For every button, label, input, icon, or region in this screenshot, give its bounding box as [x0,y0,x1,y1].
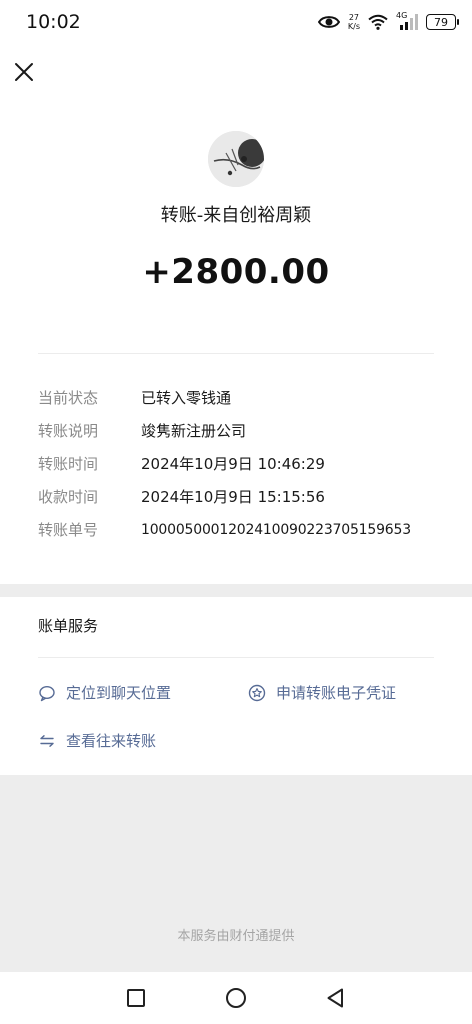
square-icon [127,989,145,1007]
battery-icon: 79 [426,14,459,30]
net-speed-unit: K/s [347,22,360,31]
transfer-info-list: 当前状态 已转入零钱通 转账说明 竣隽新注册公司 转账时间 2024年10月9日… [38,381,458,546]
system-nav-bar [0,972,472,1024]
divider [38,353,434,354]
services-title: 账单服务 [38,617,99,635]
info-row-status: 当前状态 已转入零钱通 [38,381,458,414]
circle-icon [226,988,246,1008]
avatar[interactable] [208,131,264,187]
info-row-transfer-id: 转账单号 1000050001202410090223705159653 [38,513,458,546]
back-button[interactable] [324,986,348,1010]
info-value: 竣隽新注册公司 [141,422,247,440]
apply-voucher-label: 申请转账电子凭证 [276,684,397,702]
transfer-detail-card: 转账-来自创裕周颖 +2800.00 当前状态 已转入零钱通 转账说明 竣隽新注… [0,44,472,584]
battery-level: 79 [434,16,448,29]
info-label: 收款时间 [38,488,99,506]
transfer-amount: +2800.00 [142,252,330,292]
avatar-image [208,131,264,187]
info-row-note: 转账说明 竣隽新注册公司 [38,414,458,447]
view-history-label: 查看往来转账 [66,732,157,750]
net-speed: 27 K/s [348,13,360,31]
eye-icon [317,16,340,28]
status-bar: 10:02 27 K/s 4G 79 [0,0,472,44]
locate-chat-link[interactable]: 定位到聊天位置 [38,682,171,703]
apply-voucher-link[interactable]: 申请转账电子凭证 [248,682,396,703]
status-icons: 27 K/s 4G 79 [317,10,459,34]
voucher-icon [248,684,266,701]
info-row-transfer-time: 转账时间 2024年10月9日 10:46:29 [38,447,458,480]
home-button[interactable] [224,986,248,1010]
view-history-link[interactable]: 查看往来转账 [38,730,156,751]
status-time: 10:02 [26,11,81,33]
divider [38,657,434,658]
locate-chat-label: 定位到聊天位置 [66,684,172,702]
close-icon [15,63,33,81]
close-button[interactable] [10,58,38,86]
info-value: 已转入零钱通 [141,389,232,407]
info-value: 2024年10月9日 10:46:29 [141,455,325,473]
info-label: 转账单号 [38,521,99,539]
chat-bubble-icon [39,685,55,701]
recent-apps-button[interactable] [124,986,148,1010]
info-value: 2024年10月9日 15:15:56 [141,488,325,506]
info-value: 1000050001202410090223705159653 [141,521,411,538]
info-label: 转账说明 [38,422,99,440]
transfer-arrows-icon [40,734,54,747]
signal-icon: 4G [396,11,418,31]
provider-footer: 本服务由财付通提供 [177,929,295,944]
info-row-receive-time: 收款时间 2024年10月9日 15:15:56 [38,480,458,513]
triangle-back-icon [327,988,343,1008]
bill-services-card: 账单服务 定位到聊天位置 申请转账电子凭证 查看往来转账 [0,597,472,775]
info-label: 转账时间 [38,455,99,473]
info-label: 当前状态 [38,389,99,407]
net-speed-value: 27 [348,13,360,22]
transfer-title: 转账-来自创裕周颖 [160,205,312,226]
wifi-icon [368,14,388,30]
